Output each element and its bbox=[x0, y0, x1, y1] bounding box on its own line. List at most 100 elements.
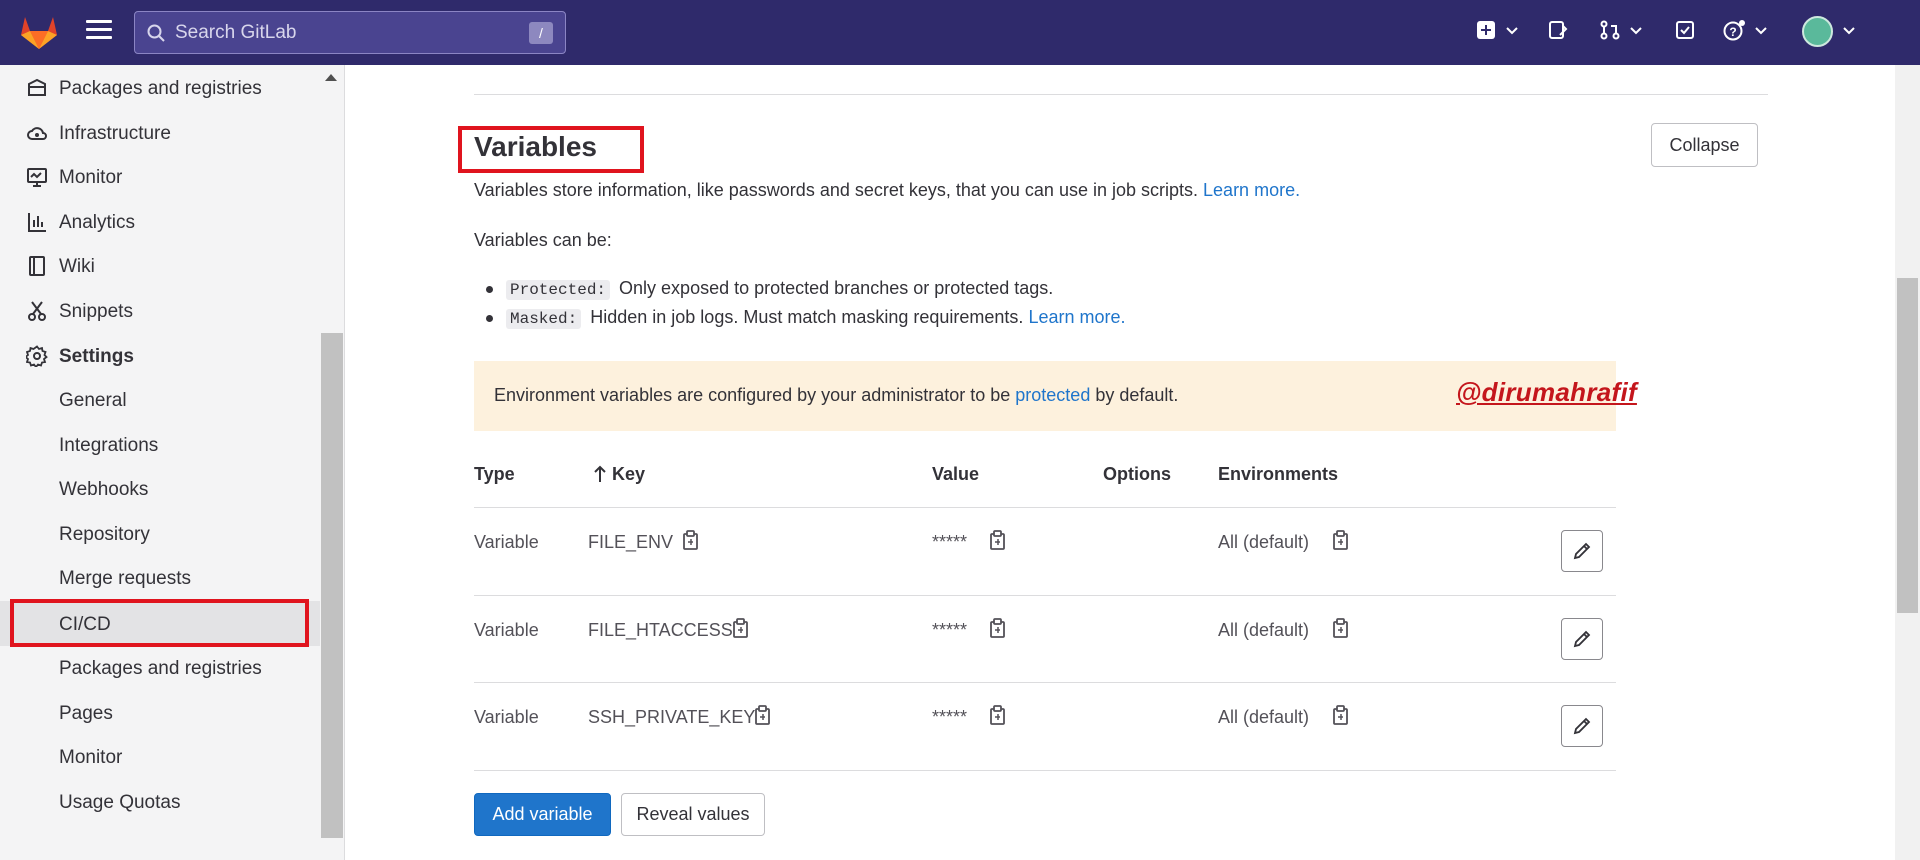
masked-text: Hidden in job logs. Must match masking r… bbox=[590, 307, 1024, 327]
gitlab-logo-icon[interactable] bbox=[20, 14, 58, 50]
row-type: Variable bbox=[474, 532, 539, 552]
page-scrollbar-thumb[interactable] bbox=[1897, 278, 1918, 613]
chevron-down-icon[interactable] bbox=[1754, 24, 1768, 38]
sidebar-item-packages-registries[interactable]: Packages and registries bbox=[0, 650, 320, 686]
protected-text: Only exposed to protected branches or pr… bbox=[619, 278, 1054, 298]
gear-icon bbox=[26, 345, 48, 367]
column-header-key[interactable]: Key bbox=[612, 464, 645, 485]
row-type: Variable bbox=[474, 620, 539, 640]
avatar[interactable] bbox=[1802, 16, 1833, 47]
copy-icon[interactable] bbox=[732, 618, 750, 638]
chevron-down-icon[interactable] bbox=[1629, 24, 1643, 38]
sidebar-item-repository[interactable]: Repository bbox=[0, 516, 320, 552]
scroll-up-icon[interactable] bbox=[322, 71, 340, 85]
search-input[interactable]: Search GitLab / bbox=[134, 11, 566, 54]
highlight-box bbox=[10, 599, 309, 647]
copy-icon[interactable] bbox=[754, 705, 772, 725]
edit-variable-button[interactable] bbox=[1561, 618, 1603, 660]
alert-text-before: Environment variables are configured by … bbox=[494, 385, 1011, 405]
chevron-down-icon[interactable] bbox=[1505, 24, 1519, 38]
alert-text: Environment variables are configured by … bbox=[494, 385, 1178, 406]
copy-icon[interactable] bbox=[989, 705, 1007, 725]
sidebar-item-label: Wiki bbox=[59, 256, 95, 277]
watermark: @dirumahrafif bbox=[1456, 377, 1637, 407]
sidebar-item-label: General bbox=[59, 390, 127, 411]
sidebar-item-monitor[interactable]: Monitor bbox=[0, 159, 320, 195]
search-shortcut-badge: / bbox=[529, 21, 553, 44]
row-environment: All (default) bbox=[1218, 532, 1310, 552]
row-key: FILE_HTACCESS bbox=[588, 620, 733, 640]
learn-more-link[interactable]: Learn more. bbox=[1028, 307, 1125, 327]
search-icon bbox=[147, 24, 165, 42]
sidebar-item-general[interactable]: General bbox=[0, 382, 320, 418]
protected-code: Protected: bbox=[506, 280, 611, 300]
sidebar-item-settings-monitor[interactable]: Monitor bbox=[0, 739, 320, 775]
row-key: SSH_PRIVATE_KEY bbox=[588, 707, 756, 727]
new-item-icon[interactable] bbox=[1476, 20, 1496, 40]
row-type: Variable bbox=[474, 707, 539, 727]
sidebar-item-analytics[interactable]: Analytics bbox=[0, 204, 320, 240]
sidebar-item-label: Monitor bbox=[59, 167, 123, 188]
sort-arrow-up-icon[interactable] bbox=[594, 465, 606, 483]
sidebar-item-label: Usage Quotas bbox=[59, 792, 181, 813]
todo-icon[interactable] bbox=[1675, 20, 1695, 40]
variables-can-be-text: Variables can be: bbox=[474, 230, 612, 250]
copy-icon[interactable] bbox=[989, 530, 1007, 550]
copy-icon[interactable] bbox=[1332, 530, 1350, 550]
issues-icon[interactable] bbox=[1548, 20, 1568, 40]
sidebar-item-merge-requests[interactable]: Merge requests bbox=[0, 560, 320, 596]
learn-more-link[interactable]: Learn more. bbox=[1203, 180, 1300, 200]
info-alert: Environment variables are configured by … bbox=[474, 361, 1616, 431]
protected-link[interactable]: protected bbox=[1015, 385, 1090, 405]
help-icon[interactable]: ? bbox=[1723, 20, 1745, 42]
sidebar-item-label: Analytics bbox=[59, 212, 136, 233]
collapse-button[interactable]: Collapse bbox=[1651, 123, 1758, 167]
sidebar-item-label: Repository bbox=[59, 524, 150, 545]
column-header-type: Type bbox=[474, 464, 515, 484]
menu-icon[interactable] bbox=[86, 20, 112, 46]
sidebar-item-label: Pages bbox=[59, 703, 113, 724]
sidebar-item-label: Snippets bbox=[59, 301, 133, 322]
sidebar-item-settings[interactable]: Settings bbox=[0, 338, 320, 374]
reveal-values-button[interactable]: Reveal values bbox=[621, 793, 765, 836]
edit-variable-button[interactable] bbox=[1561, 530, 1603, 572]
sidebar-item-packages[interactable]: Packages and registries bbox=[0, 70, 320, 106]
sidebar-item-infrastructure[interactable]: Infrastructure bbox=[0, 115, 320, 151]
sidebar-scrollbar-thumb[interactable] bbox=[321, 333, 343, 838]
divider bbox=[474, 94, 1768, 95]
merge-request-icon[interactable] bbox=[1600, 20, 1620, 40]
list-item: Protected: Only exposed to protected bra… bbox=[486, 278, 1126, 301]
chevron-down-icon[interactable] bbox=[1842, 24, 1856, 38]
table-divider bbox=[474, 682, 1616, 683]
row-environment: All (default) bbox=[1218, 707, 1310, 727]
table-divider bbox=[474, 507, 1616, 508]
table-divider bbox=[474, 770, 1616, 771]
sidebar-item-integrations[interactable]: Integrations bbox=[0, 427, 320, 463]
section-description: Variables store information, like passwo… bbox=[474, 180, 1300, 201]
sidebar-item-label: Integrations bbox=[59, 435, 159, 456]
pencil-icon bbox=[1573, 542, 1591, 560]
copy-icon[interactable] bbox=[682, 530, 700, 550]
sidebar-item-usage-quotas[interactable]: Usage Quotas bbox=[0, 784, 320, 820]
copy-icon[interactable] bbox=[989, 618, 1007, 638]
package-icon bbox=[28, 78, 46, 96]
sidebar-item-wiki[interactable]: Wiki bbox=[0, 248, 320, 284]
copy-icon[interactable] bbox=[1332, 618, 1350, 638]
list-item: Masked: Hidden in job logs. Must match m… bbox=[486, 307, 1126, 330]
monitor-icon bbox=[27, 168, 47, 187]
alert-text-after: by default. bbox=[1095, 385, 1179, 405]
copy-icon[interactable] bbox=[1332, 705, 1350, 725]
main-content: Variables Collapse Variables store infor… bbox=[346, 65, 1896, 860]
masked-code: Masked: bbox=[506, 309, 582, 329]
sidebar-item-webhooks[interactable]: Webhooks bbox=[0, 471, 320, 507]
add-variable-button[interactable]: Add variable bbox=[474, 793, 611, 836]
table-divider bbox=[474, 595, 1616, 596]
sidebar-item-snippets[interactable]: Snippets bbox=[0, 293, 320, 329]
sidebar-item-pages[interactable]: Pages bbox=[0, 695, 320, 731]
scissors-icon bbox=[28, 301, 46, 321]
sidebar: Packages and registries Infrastructure M… bbox=[0, 65, 345, 860]
variable-types-list: Protected: Only exposed to protected bra… bbox=[486, 278, 1126, 336]
row-key: FILE_ENV bbox=[588, 532, 674, 552]
edit-variable-button[interactable] bbox=[1561, 705, 1603, 747]
sidebar-item-label: Infrastructure bbox=[59, 123, 171, 144]
